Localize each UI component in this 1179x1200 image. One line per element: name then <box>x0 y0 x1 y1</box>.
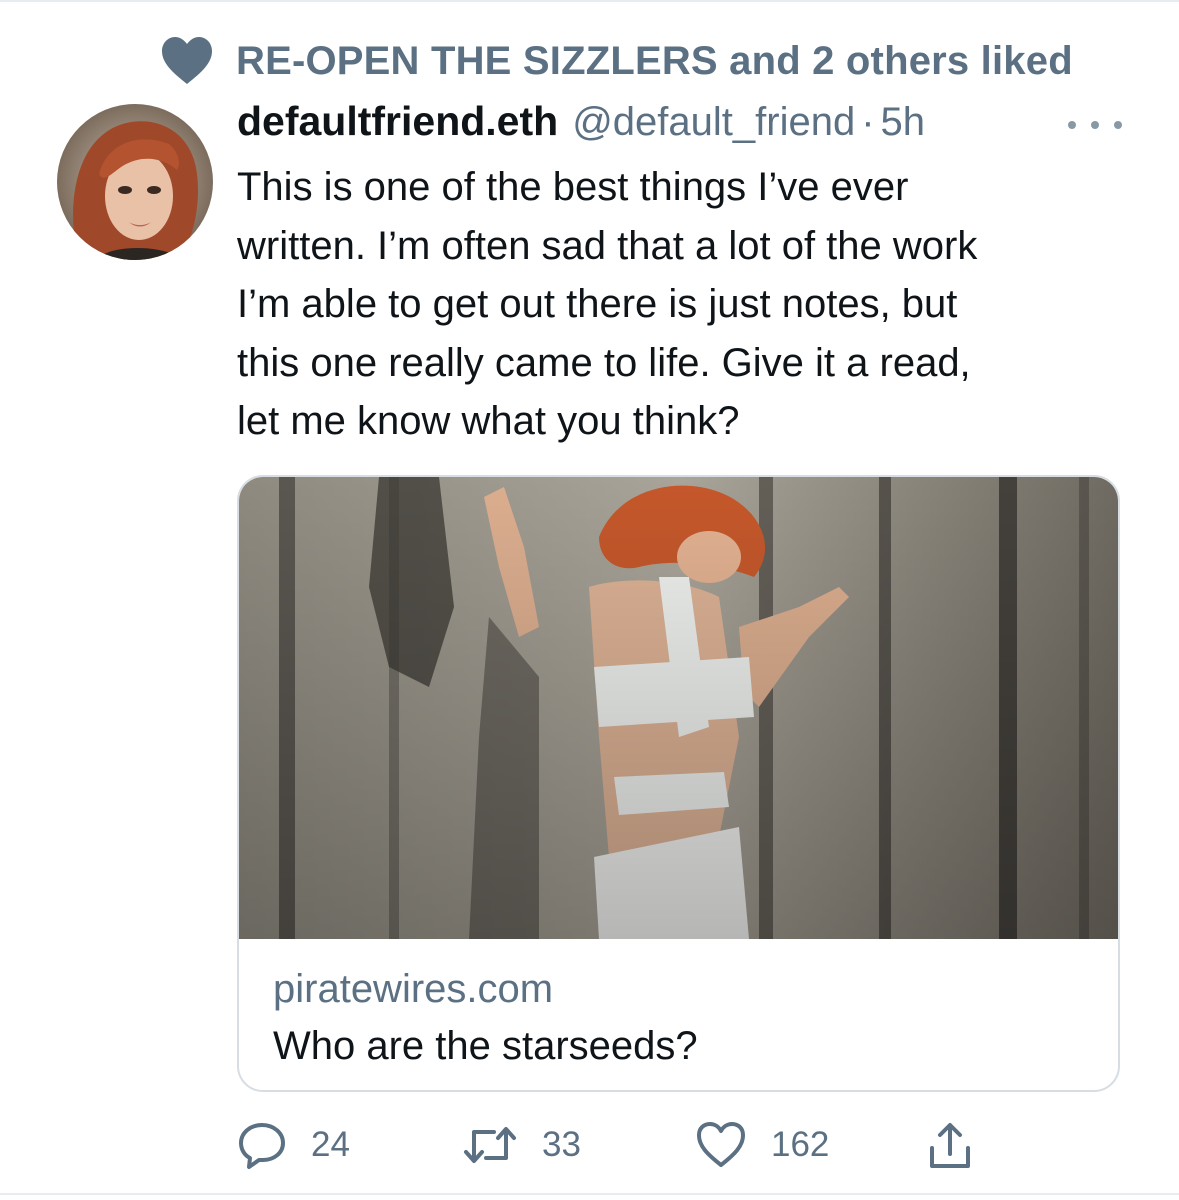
more-options-button[interactable] <box>1068 110 1122 140</box>
like-heart-icon <box>695 1120 747 1170</box>
link-card[interactable]: piratewires.com Who are the starseeds? <box>237 475 1120 1092</box>
share-button[interactable] <box>927 1115 973 1175</box>
card-image <box>239 477 1118 939</box>
top-divider <box>0 0 1179 2</box>
social-context[interactable]: RE-OPEN THE SIZZLERS and 2 others liked <box>160 36 1073 86</box>
tweet-text: This is one of the best things I’ve ever… <box>237 158 1137 451</box>
tweet-actions: 24 33 162 <box>237 1115 997 1175</box>
separator-dot: · <box>861 100 875 144</box>
tweet-text-line: this one really came to life. Give it a … <box>237 340 971 385</box>
tweet-text-line: written. I’m often sad that a lot of the… <box>237 223 978 268</box>
social-context-text: RE-OPEN THE SIZZLERS and 2 others liked <box>236 38 1073 83</box>
retweet-icon <box>462 1120 518 1170</box>
display-name[interactable]: defaultfriend.eth <box>237 98 558 145</box>
avatar[interactable] <box>57 104 213 260</box>
reply-button[interactable]: 24 <box>237 1115 350 1175</box>
tweet-text-line: let me know what you think? <box>237 399 740 443</box>
like-count: 162 <box>771 1125 830 1164</box>
more-icon <box>1068 121 1076 129</box>
tweet-header: defaultfriend.eth @default_friend · 5h <box>237 98 925 158</box>
user-handle[interactable]: @default_friend <box>572 100 855 145</box>
tweet-timestamp[interactable]: 5h <box>881 100 926 145</box>
retweet-button[interactable]: 33 <box>462 1115 581 1175</box>
reply-icon <box>237 1120 287 1170</box>
like-button[interactable]: 162 <box>695 1115 829 1175</box>
tweet-text-line: I’m able to get out there is just notes,… <box>237 282 958 326</box>
share-icon <box>927 1120 973 1170</box>
tweet-text-line: This is one of the best things I’ve ever <box>237 165 909 209</box>
heart-icon <box>160 36 214 86</box>
retweet-count: 33 <box>542 1125 581 1164</box>
reply-count: 24 <box>311 1125 350 1164</box>
bottom-divider <box>0 1193 1179 1195</box>
card-domain: piratewires.com <box>273 967 554 1011</box>
card-title: Who are the starseeds? <box>273 1024 698 1068</box>
